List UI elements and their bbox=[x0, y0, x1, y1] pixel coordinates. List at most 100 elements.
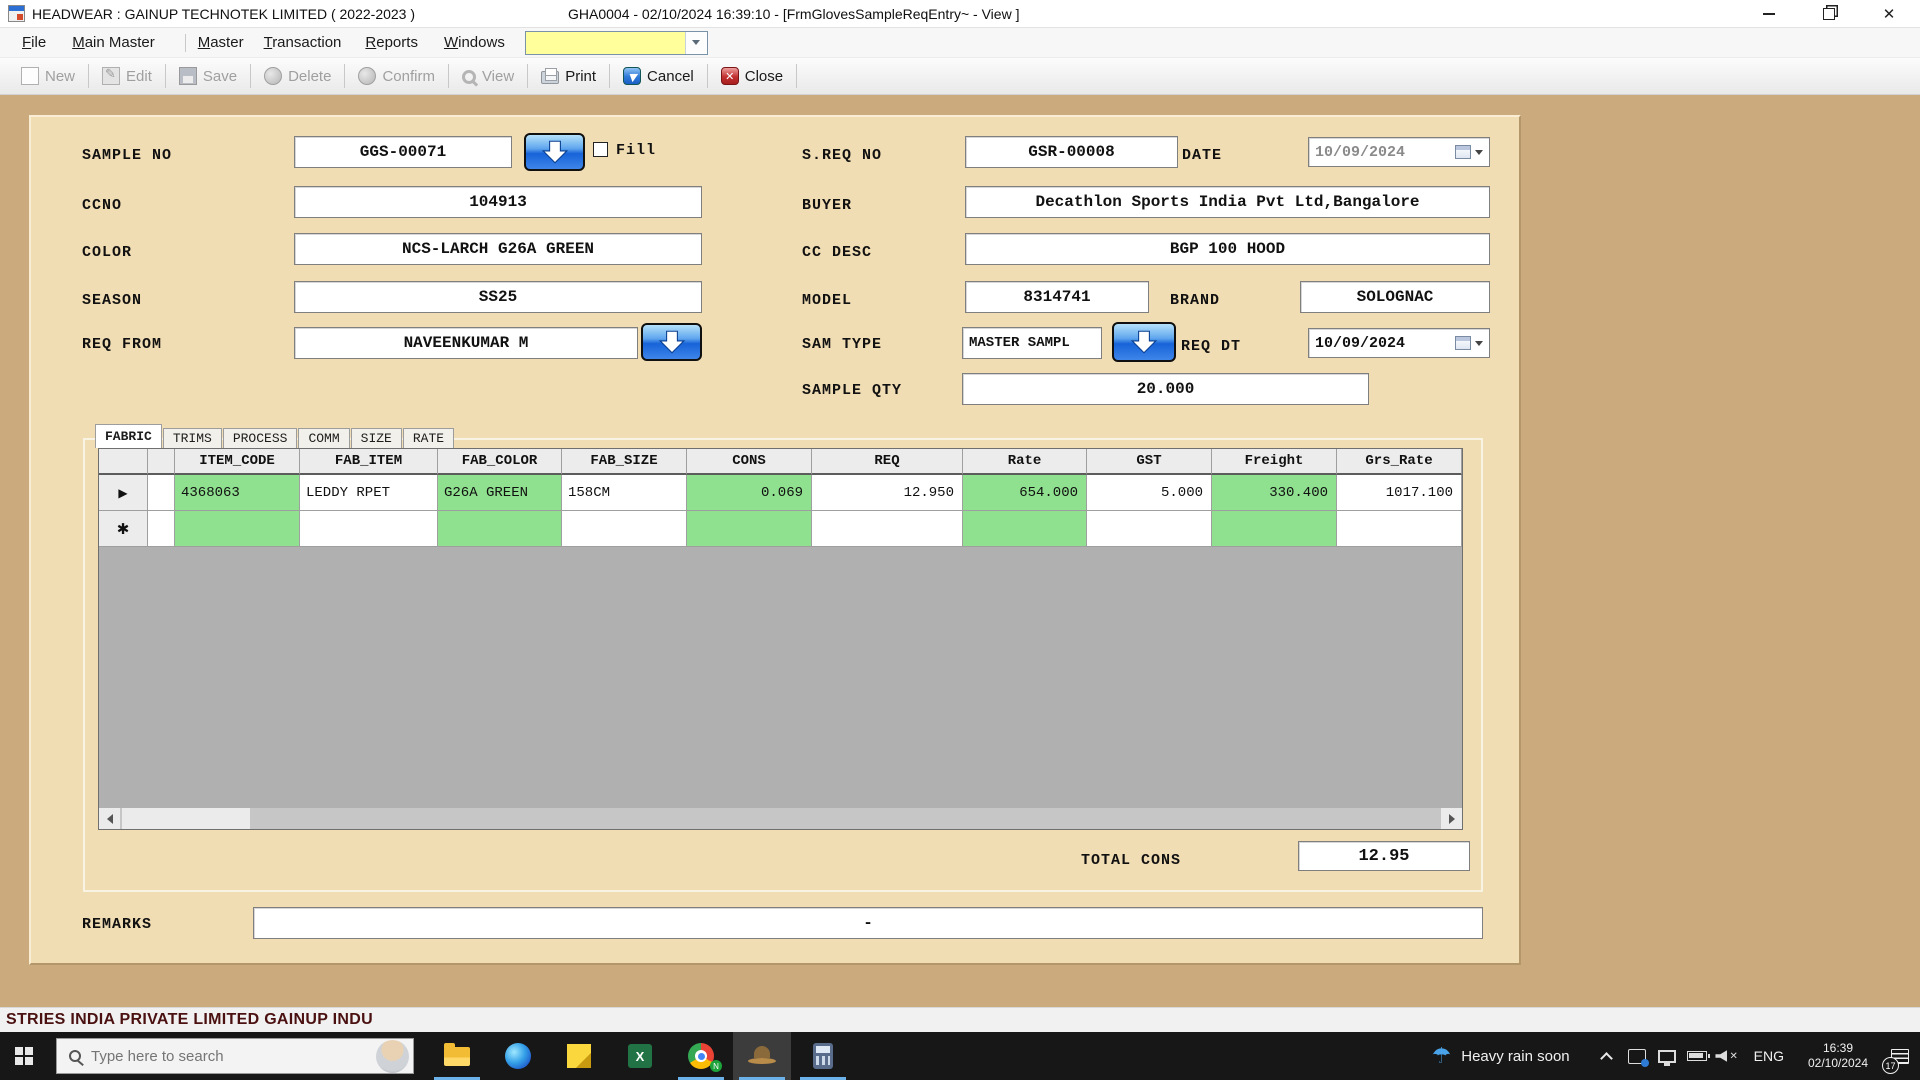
tray-network-icon[interactable] bbox=[1652, 1032, 1682, 1080]
grid-cell-fab-size[interactable]: 158CM bbox=[562, 475, 687, 511]
sample-qty-field[interactable]: 20.000 bbox=[962, 373, 1369, 405]
delete-button[interactable]: Delete bbox=[251, 61, 344, 91]
tray-battery-icon[interactable] bbox=[1682, 1032, 1712, 1080]
req-from-field[interactable]: NAVEENKUMAR M bbox=[294, 327, 638, 359]
avatar[interactable] bbox=[376, 1040, 409, 1073]
grid-cell-rate[interactable]: 654.000 bbox=[963, 475, 1087, 511]
model-field[interactable]: 8314741 bbox=[965, 281, 1149, 313]
cancel-button[interactable]: Cancel bbox=[610, 61, 707, 91]
grid-cell-grs-rate[interactable]: 1017.100 bbox=[1337, 475, 1462, 511]
menu-master[interactable]: Master bbox=[198, 34, 244, 51]
grid-cell-fab-item[interactable] bbox=[300, 511, 438, 547]
grid-cell[interactable] bbox=[148, 511, 175, 547]
grid-cell-req[interactable] bbox=[812, 511, 963, 547]
grid-cell-fab-color[interactable] bbox=[438, 511, 562, 547]
column-header[interactable]: REQ bbox=[812, 449, 963, 475]
restore-button[interactable] bbox=[1812, 0, 1846, 28]
req-from-arrow-button[interactable] bbox=[641, 323, 702, 361]
grid-cell-freight[interactable] bbox=[1212, 511, 1337, 547]
req-dt-field[interactable]: 10/09/2024 bbox=[1308, 328, 1490, 358]
tray-volume-muted-icon[interactable] bbox=[1712, 1032, 1742, 1080]
tray-sync-icon[interactable] bbox=[1622, 1032, 1652, 1080]
grid-cell-fab-color[interactable]: G26A GREEN bbox=[438, 475, 562, 511]
taskbar-clock[interactable]: 16:39 02/10/2024 bbox=[1796, 1041, 1880, 1071]
action-center-button[interactable]: 17 bbox=[1880, 1032, 1920, 1080]
taskbar-edge[interactable] bbox=[489, 1032, 547, 1080]
grid-cell-gst[interactable] bbox=[1087, 511, 1212, 547]
sreq-no-field[interactable]: GSR-00008 bbox=[965, 136, 1178, 168]
horizontal-scrollbar[interactable] bbox=[99, 808, 1462, 829]
close-window-button[interactable] bbox=[1872, 0, 1906, 28]
start-button[interactable] bbox=[0, 1032, 48, 1080]
row-marker[interactable]: ▶ bbox=[99, 475, 148, 511]
fill-checkbox[interactable] bbox=[593, 142, 608, 157]
view-button[interactable]: View bbox=[449, 61, 527, 91]
edit-button[interactable]: Edit bbox=[89, 61, 165, 91]
calendar-icon[interactable] bbox=[1455, 336, 1471, 350]
tab-comm[interactable]: COMM bbox=[298, 428, 349, 448]
sam-type-field[interactable]: MASTER SAMPL bbox=[962, 327, 1102, 359]
grid-cell[interactable] bbox=[148, 475, 175, 511]
taskbar-erp-app[interactable] bbox=[733, 1032, 791, 1080]
tab-fabric[interactable]: FABRIC bbox=[95, 424, 162, 448]
tab-size[interactable]: SIZE bbox=[351, 428, 402, 448]
menu-transaction[interactable]: Transaction bbox=[264, 34, 342, 51]
weather-text[interactable]: Heavy rain soon bbox=[1461, 1048, 1569, 1065]
season-field[interactable]: SS25 bbox=[294, 281, 702, 313]
cc-desc-field[interactable]: BGP 100 HOOD bbox=[965, 233, 1490, 265]
sam-type-arrow-button[interactable] bbox=[1112, 322, 1176, 362]
buyer-field[interactable]: Decathlon Sports India Pvt Ltd,Bangalore bbox=[965, 186, 1490, 218]
language-indicator[interactable]: ENG bbox=[1754, 1048, 1784, 1064]
tab-process[interactable]: PROCESS bbox=[223, 428, 298, 448]
color-field[interactable]: NCS-LARCH G26A GREEN bbox=[294, 233, 702, 265]
grid-cell-gst[interactable]: 5.000 bbox=[1087, 475, 1212, 511]
column-header[interactable]: Grs_Rate bbox=[1337, 449, 1462, 475]
print-button[interactable]: Print bbox=[528, 61, 609, 91]
column-header[interactable]: GST bbox=[1087, 449, 1212, 475]
column-header[interactable]: FAB_SIZE bbox=[562, 449, 687, 475]
scroll-left-button[interactable] bbox=[99, 808, 120, 829]
column-header[interactable]: Rate bbox=[963, 449, 1087, 475]
grid-cell-rate[interactable] bbox=[963, 511, 1087, 547]
minimize-button[interactable] bbox=[1752, 0, 1786, 28]
menu-reports[interactable]: Reports bbox=[365, 34, 418, 51]
menu-windows[interactable]: Windows bbox=[444, 34, 505, 51]
grid-cell-grs-rate[interactable] bbox=[1337, 511, 1462, 547]
grid-cell-fab-item[interactable]: LEDDY RPET bbox=[300, 475, 438, 511]
taskbar-chrome[interactable]: N bbox=[672, 1032, 730, 1080]
sample-no-fill-arrow-button[interactable] bbox=[524, 133, 585, 171]
grid-cell-req[interactable]: 12.950 bbox=[812, 475, 963, 511]
taskbar-calculator[interactable] bbox=[794, 1032, 852, 1080]
column-header[interactable]: FAB_COLOR bbox=[438, 449, 562, 475]
menu-search-combobox[interactable] bbox=[525, 31, 708, 55]
tab-rate[interactable]: RATE bbox=[403, 428, 454, 448]
column-header[interactable]: Freight bbox=[1212, 449, 1337, 475]
tray-chevron-up-icon[interactable] bbox=[1592, 1032, 1622, 1080]
sample-no-field[interactable]: GGS-00071 bbox=[294, 136, 512, 168]
calendar-icon[interactable] bbox=[1455, 145, 1471, 159]
grid-cell-item-code[interactable] bbox=[175, 511, 300, 547]
confirm-button[interactable]: Confirm bbox=[345, 61, 448, 91]
tab-trims[interactable]: TRIMS bbox=[163, 428, 222, 448]
chevron-down-icon[interactable] bbox=[1475, 150, 1483, 155]
chevron-down-icon[interactable] bbox=[685, 32, 707, 54]
taskbar-file-explorer[interactable] bbox=[428, 1032, 486, 1080]
close-button[interactable]: Close bbox=[708, 61, 796, 91]
grid-cell-item-code[interactable]: 4368063 bbox=[175, 475, 300, 511]
taskbar-search[interactable] bbox=[56, 1038, 414, 1074]
taskbar-excel[interactable] bbox=[611, 1032, 669, 1080]
scroll-right-button[interactable] bbox=[1441, 808, 1462, 829]
save-button[interactable]: Save bbox=[166, 61, 250, 91]
grid-cell-fab-size[interactable] bbox=[562, 511, 687, 547]
new-row-marker[interactable]: ✱ bbox=[99, 511, 148, 547]
new-button[interactable]: New bbox=[8, 61, 88, 91]
chevron-down-icon[interactable] bbox=[1475, 341, 1483, 346]
search-input[interactable] bbox=[91, 1048, 311, 1065]
menu-file[interactable]: File bbox=[22, 34, 46, 51]
column-header[interactable]: ITEM_CODE bbox=[175, 449, 300, 475]
grid-cell-cons[interactable] bbox=[687, 511, 812, 547]
ccno-field[interactable]: 104913 bbox=[294, 186, 702, 218]
grid-cell-freight[interactable]: 330.400 bbox=[1212, 475, 1337, 511]
taskbar-sticky-notes[interactable] bbox=[550, 1032, 608, 1080]
total-cons-field[interactable]: 12.95 bbox=[1298, 841, 1470, 871]
